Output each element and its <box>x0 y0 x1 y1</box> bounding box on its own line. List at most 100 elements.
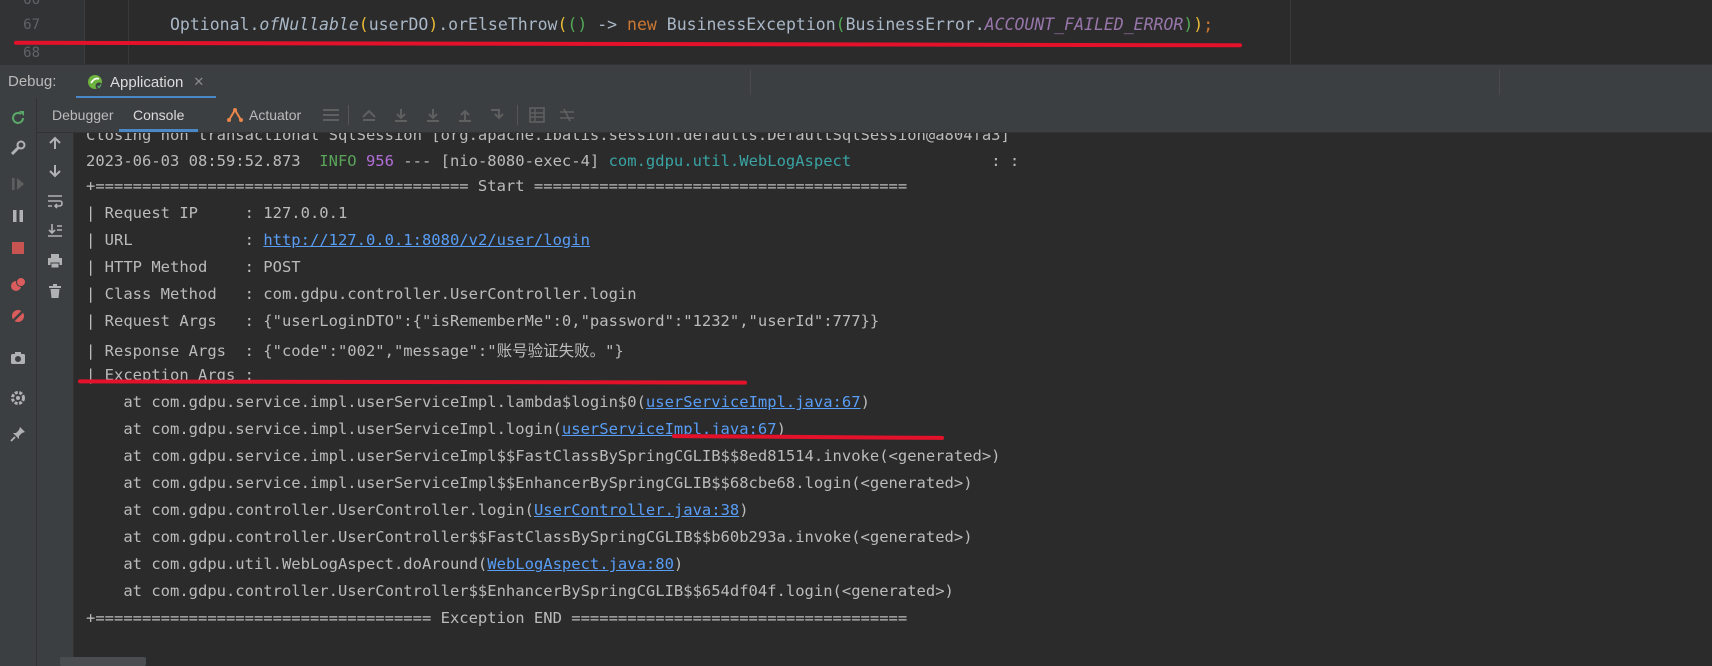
stack-frame-text: at com.gdpu.service.impl.userServiceImpl… <box>86 420 562 438</box>
spring-boot-icon <box>88 75 103 90</box>
code-token: ; <box>1203 15 1214 34</box>
stack-trace-line: at com.gdpu.service.impl.userServiceImpl… <box>86 474 972 492</box>
tab-console[interactable]: Console <box>119 98 199 132</box>
actuator-icon <box>227 108 243 122</box>
code-token: .orElseThrow <box>438 15 558 34</box>
code-token: new <box>627 15 657 34</box>
line-number: 67 <box>23 17 40 33</box>
code-token: ) <box>1183 15 1194 34</box>
toolbar-divider <box>517 105 518 125</box>
log-logger: com.gdpu.util.WebLogAspect <box>608 152 852 170</box>
code-token: userDO <box>368 15 429 34</box>
stack-frame-end: ) <box>739 501 749 519</box>
stack-frame-end: ) <box>673 555 684 573</box>
mute-breakpoints-icon[interactable] <box>8 306 28 326</box>
evaluate-expression-icon[interactable] <box>527 105 547 125</box>
step-into-icon[interactable] <box>423 105 443 125</box>
pause-icon[interactable] <box>8 206 28 226</box>
stack-trace-line: at com.gdpu.controller.UserController$$E… <box>86 582 954 600</box>
debug-actions-toolbar <box>0 98 37 666</box>
code-token: ) <box>428 15 439 34</box>
console-line: | Response Args : {"code":"002","message… <box>86 342 624 360</box>
console-line: 2023-06-03 08:59:52.873 INFO 956 --- [ni… <box>86 152 1019 170</box>
trace-icon[interactable] <box>557 105 577 125</box>
stop-icon[interactable] <box>8 238 28 258</box>
stack-trace-line: at com.gdpu.controller.UserController$$F… <box>86 528 973 546</box>
active-tab-indicator <box>119 129 199 132</box>
code-token: ACCOUNT_FAILED_ERROR <box>984 15 1184 34</box>
stack-frame-text: at com.gdpu.controller.UserController$$E… <box>86 582 954 600</box>
url-prefix: | URL : <box>86 231 264 249</box>
tab-actuator[interactable]: Actuator <box>226 98 301 132</box>
debug-tool-window-header: Debug: Application ✕ <box>0 64 1712 99</box>
step-over-icon[interactable] <box>391 105 411 125</box>
menu-icon[interactable] <box>321 105 341 125</box>
code-token: ofNullable <box>259 15 359 34</box>
gear-icon[interactable] <box>8 388 28 408</box>
rerun-icon[interactable] <box>8 108 28 128</box>
trash-icon[interactable] <box>45 281 65 301</box>
editor-divider <box>1290 0 1291 64</box>
console-output[interactable]: Closing non transactional SqlSession [or… <box>74 133 1712 666</box>
code-token: BusinessError. <box>845 15 985 34</box>
code-token: ( <box>835 15 846 34</box>
stack-trace-line: at com.gdpu.controller.UserController.lo… <box>86 501 749 519</box>
stack-trace-line: at com.gdpu.service.impl.userServiceImpl… <box>86 393 870 411</box>
log-timestamp: 2023-06-03 08:59:52.873 <box>86 152 320 170</box>
code-token: ( <box>557 15 568 34</box>
log-message: : : <box>851 152 1020 170</box>
code-token: ) <box>1193 15 1204 34</box>
debug-title: Debug: <box>8 73 57 90</box>
view-breakpoints-icon[interactable] <box>8 274 28 294</box>
code-token: Optional <box>170 15 250 34</box>
tab-application[interactable]: Application ✕ <box>76 65 217 99</box>
line-number: 66 <box>23 0 40 8</box>
step-out-icon[interactable] <box>455 105 475 125</box>
show-execution-point-icon[interactable] <box>359 105 379 125</box>
tab-debugger[interactable]: Debugger <box>52 98 114 132</box>
log-thread: --- [nio-8080-exec-4] <box>393 152 609 170</box>
camera-icon[interactable] <box>8 348 28 368</box>
run-to-cursor-icon[interactable] <box>487 105 507 125</box>
print-icon[interactable] <box>45 251 65 271</box>
indent-guide <box>128 0 129 64</box>
code-token: -> <box>587 15 628 34</box>
down-arrow-icon[interactable] <box>45 161 65 181</box>
scroll-to-end-icon[interactable] <box>45 221 65 241</box>
tab-application-label: Application <box>110 73 184 91</box>
code-line[interactable]: Optional.ofNullable(userDO).orElseThrow(… <box>170 15 1213 34</box>
stack-frame-text: at com.gdpu.service.impl.userServiceImpl… <box>86 393 646 411</box>
code-token: ( <box>358 15 369 34</box>
console-line: +==================================== Ex… <box>86 609 908 627</box>
stack-frame-end: ) <box>860 393 870 411</box>
console-toolbar: Debugger Console Actuator <box>37 98 1712 133</box>
log-pid: 956 <box>356 152 394 170</box>
stack-frame-text: at com.gdpu.util.WebLogAspect.doAround( <box>86 555 488 573</box>
close-icon[interactable]: ✕ <box>193 74 204 90</box>
stack-frame-text: at com.gdpu.controller.UserController$$F… <box>86 528 973 546</box>
tab-actuator-label: Actuator <box>249 107 302 123</box>
toolbar-divider <box>750 69 751 95</box>
up-arrow-icon[interactable] <box>45 133 65 153</box>
pin-icon[interactable] <box>8 424 28 444</box>
stack-trace-line: at com.gdpu.service.impl.userServiceImpl… <box>86 447 1001 465</box>
source-link[interactable]: UserController.java:38 <box>534 501 739 519</box>
toolbar-divider <box>348 105 349 125</box>
console-line: | Class Method : com.gdpu.controller.Use… <box>86 285 637 303</box>
tab-debugger-label: Debugger <box>52 107 114 123</box>
wrench-icon[interactable] <box>8 138 28 158</box>
code-token: . <box>249 15 260 34</box>
soft-wrap-icon[interactable] <box>45 191 65 211</box>
code-token: () <box>567 15 588 34</box>
source-link[interactable]: userServiceImpl.java:67 <box>646 393 861 411</box>
log-level: INFO <box>319 152 357 170</box>
resume-icon[interactable] <box>8 174 28 194</box>
url-link[interactable]: http://127.0.0.1:8080/v2/user/login <box>263 231 590 249</box>
code-editor[interactable]: 66 67 68 Optional.ofNullable(userDO).orE… <box>0 0 1712 64</box>
source-link[interactable]: WebLogAspect.java:80 <box>487 555 674 573</box>
line-number: 68 <box>23 45 40 61</box>
tab-console-label: Console <box>133 107 185 123</box>
horizontal-scrollbar[interactable] <box>60 657 146 666</box>
stack-frame-text: at com.gdpu.service.impl.userServiceImpl… <box>86 447 1001 465</box>
console-line: +=======================================… <box>86 177 908 195</box>
